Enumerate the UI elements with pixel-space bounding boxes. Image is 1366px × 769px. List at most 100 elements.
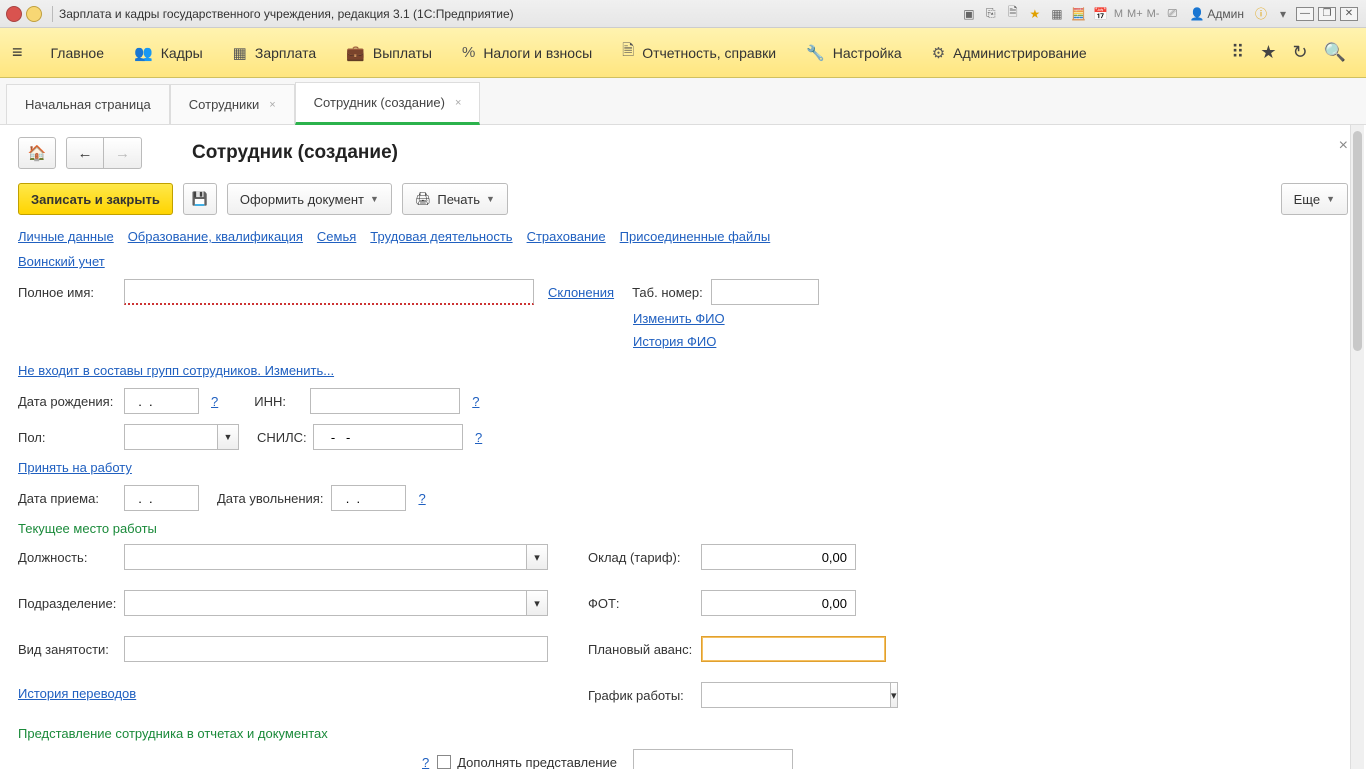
m-button[interactable]: M bbox=[1114, 8, 1123, 20]
help-inn[interactable]: ? bbox=[472, 394, 479, 409]
current-user[interactable]: 👤 Админ bbox=[1189, 7, 1244, 21]
link-hire[interactable]: Принять на работу bbox=[18, 460, 132, 475]
link-transfers[interactable]: История переводов bbox=[18, 686, 136, 701]
tool-icon[interactable]: ▣ bbox=[960, 5, 978, 23]
save-button[interactable]: 💾 bbox=[183, 183, 217, 215]
write-close-button[interactable]: Записать и закрыть bbox=[18, 183, 173, 215]
link-labor[interactable]: Трудовая деятельность bbox=[370, 229, 512, 244]
input-salary[interactable] bbox=[701, 544, 856, 570]
row-full-name: Полное имя: Склонения Таб. номер: bbox=[18, 279, 1348, 305]
m-plus-button[interactable]: M+ bbox=[1127, 8, 1143, 20]
link-groups[interactable]: Не входит в составы групп сотрудников. И… bbox=[18, 363, 334, 378]
menu-reports[interactable]: 🗎Отчетность, справки bbox=[608, 34, 790, 71]
menu-payments[interactable]: 💼Выплаты bbox=[332, 38, 446, 68]
print-button[interactable]: 🖨Печать▼ bbox=[402, 183, 508, 215]
help-snils[interactable]: ? bbox=[475, 430, 482, 445]
checkbox-supplement[interactable]: Дополнять представление bbox=[437, 755, 617, 769]
input-fot[interactable] bbox=[701, 590, 856, 616]
link-personal[interactable]: Личные данные bbox=[18, 229, 114, 244]
help-repr[interactable]: ? bbox=[422, 755, 429, 769]
input-hire-date[interactable] bbox=[124, 485, 199, 511]
label-hire-date: Дата приема: bbox=[18, 491, 116, 506]
input-tab-no[interactable] bbox=[711, 279, 819, 305]
close-page-button[interactable]: × bbox=[1339, 137, 1348, 155]
lookup-icon[interactable]: ▾ bbox=[890, 682, 898, 708]
more-button[interactable]: Еще▼ bbox=[1281, 183, 1348, 215]
star-icon[interactable]: ★ bbox=[1260, 42, 1276, 63]
label-employment: Вид занятости: bbox=[18, 642, 116, 657]
menu-kadry[interactable]: 👥Кадры bbox=[120, 38, 217, 68]
select-sex[interactable]: ▼ bbox=[124, 424, 239, 450]
tab-label: Начальная страница bbox=[25, 97, 151, 112]
scrollbar[interactable] bbox=[1350, 125, 1364, 769]
close-icon[interactable]: × bbox=[269, 99, 275, 111]
home-button[interactable]: 🏠 bbox=[18, 137, 56, 169]
titlebar: Зарплата и кадры государственного учрежд… bbox=[0, 0, 1366, 28]
scrollbar-thumb[interactable] bbox=[1353, 131, 1362, 351]
link-military[interactable]: Воинский учет bbox=[18, 254, 105, 269]
tab-employee-create[interactable]: Сотрудник (создание) × bbox=[295, 82, 481, 125]
tab-employees[interactable]: Сотрудники × bbox=[170, 84, 295, 124]
link-history-fio[interactable]: История ФИО bbox=[633, 334, 1348, 349]
input-advance[interactable] bbox=[701, 636, 886, 662]
favorite-icon[interactable]: ★ bbox=[1026, 5, 1044, 23]
gear-icon: ⚙ bbox=[932, 44, 945, 62]
tool-icon[interactable]: ▦ bbox=[1048, 5, 1066, 23]
maximize-button[interactable]: ❐ bbox=[1318, 7, 1336, 21]
link-education[interactable]: Образование, квалификация bbox=[128, 229, 303, 244]
close-button[interactable]: ✕ bbox=[1340, 7, 1358, 21]
form-toolbar: Записать и закрыть 💾 Оформить документ▼ … bbox=[18, 183, 1348, 215]
input-representation[interactable] bbox=[633, 749, 793, 769]
help-fire[interactable]: ? bbox=[418, 491, 425, 506]
history-icon[interactable]: ↻ bbox=[1292, 42, 1307, 63]
checkbox-box[interactable] bbox=[437, 755, 451, 769]
minimize-button[interactable]: — bbox=[1296, 7, 1314, 21]
m-minus-button[interactable]: M- bbox=[1147, 8, 1160, 20]
menu-taxes[interactable]: %Налоги и взносы bbox=[448, 38, 606, 67]
info-icon[interactable]: ⓘ bbox=[1252, 5, 1270, 23]
input-snils[interactable] bbox=[313, 424, 463, 450]
chevron-down-icon: ▼ bbox=[1326, 194, 1335, 204]
input-full-name[interactable] bbox=[124, 279, 534, 305]
input-department[interactable] bbox=[124, 590, 526, 616]
tool-icon[interactable]: ⎘ bbox=[982, 5, 1000, 23]
input-position[interactable] bbox=[124, 544, 526, 570]
menu-settings[interactable]: 🔧Настройка bbox=[792, 38, 916, 68]
link-declension[interactable]: Склонения bbox=[548, 285, 614, 300]
menu-main[interactable]: Главное bbox=[37, 39, 119, 67]
document-menu-button[interactable]: Оформить документ▼ bbox=[227, 183, 392, 215]
menu-hamburger-icon[interactable]: ≡ bbox=[12, 42, 23, 63]
input-fire-date[interactable] bbox=[331, 485, 406, 511]
link-insurance[interactable]: Страхование bbox=[527, 229, 606, 244]
forward-button[interactable]: → bbox=[104, 137, 142, 169]
link-family[interactable]: Семья bbox=[317, 229, 356, 244]
tab-start-page[interactable]: Начальная страница bbox=[6, 84, 170, 124]
dropdown-icon[interactable]: ▾ bbox=[1274, 5, 1292, 23]
link-files[interactable]: Присоединенные файлы bbox=[620, 229, 771, 244]
input-birth-date[interactable] bbox=[124, 388, 199, 414]
lookup-icon[interactable]: ▾ bbox=[526, 544, 548, 570]
apps-icon[interactable]: ⠿ bbox=[1231, 42, 1244, 63]
input-employment[interactable] bbox=[124, 636, 548, 662]
link-change-fio[interactable]: Изменить ФИО bbox=[633, 311, 1348, 326]
dropdown-icon[interactable] bbox=[26, 6, 42, 22]
menu-label: Администрирование bbox=[953, 45, 1087, 61]
input-schedule[interactable] bbox=[701, 682, 890, 708]
label-fire-date: Дата увольнения: bbox=[217, 491, 323, 506]
input-sex[interactable] bbox=[124, 424, 217, 450]
calc-icon[interactable]: 🧮 bbox=[1070, 5, 1088, 23]
menu-label: Выплаты bbox=[373, 45, 432, 61]
input-inn[interactable] bbox=[310, 388, 460, 414]
search-icon[interactable]: 🔍 bbox=[1324, 42, 1346, 63]
calendar-icon[interactable]: 📅 bbox=[1092, 5, 1110, 23]
tool-icon[interactable]: 🗎 bbox=[1004, 5, 1022, 23]
menu-admin[interactable]: ⚙ Администрирование bbox=[918, 38, 1101, 68]
lookup-icon[interactable]: ▾ bbox=[526, 590, 548, 616]
tool-icon[interactable]: ⎚ bbox=[1163, 5, 1181, 23]
chevron-down-icon[interactable]: ▼ bbox=[217, 424, 239, 450]
menu-salary[interactable]: ▦Зарплата bbox=[219, 38, 331, 68]
help-birth[interactable]: ? bbox=[211, 394, 218, 409]
back-button[interactable]: ← bbox=[66, 137, 104, 169]
close-icon[interactable]: × bbox=[455, 97, 461, 109]
label-department: Подразделение: bbox=[18, 596, 116, 611]
